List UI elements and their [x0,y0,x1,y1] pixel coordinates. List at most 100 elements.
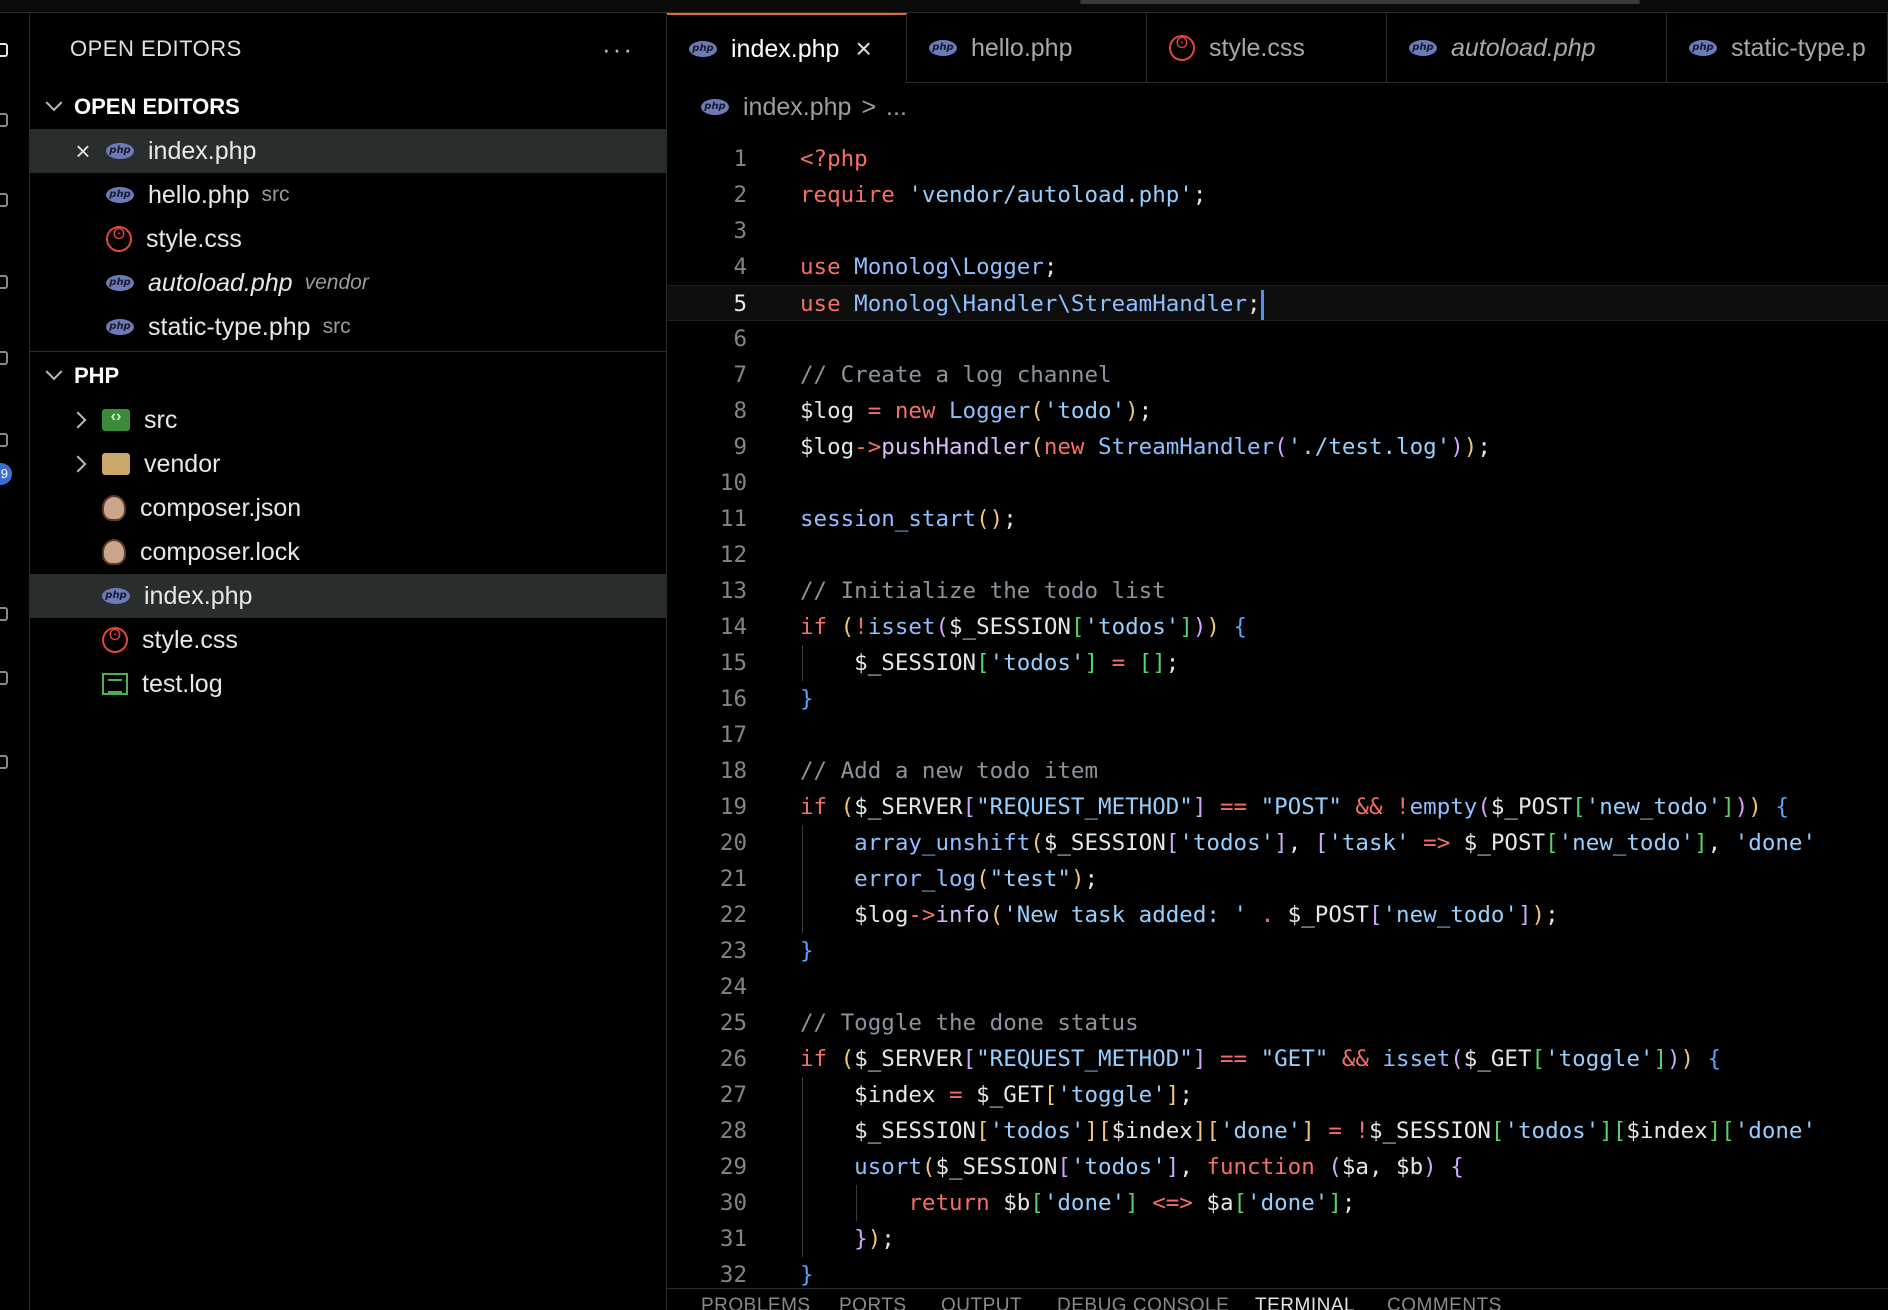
project-section-header[interactable]: PHP [30,354,666,398]
open-editors-label: OPEN EDITORS [74,94,240,119]
run-debug-icon[interactable] [0,275,8,289]
open-editor-name: autoload.php [148,268,293,297]
open-editor-item[interactable]: static-type.php src [30,305,666,349]
tree-file[interactable]: composer.lock [30,530,666,574]
code-token: Monolog\Handler\StreamHandler [840,291,1248,317]
tree-folder[interactable]: vendor [30,442,666,486]
code-token: ) [867,1226,882,1252]
code-line: 6 [667,321,1888,357]
code-editor[interactable]: 1 <?php 2 require 'vendor/autoload.php'; 3 4 u… [667,141,1888,1286]
code-token: ] [1517,902,1532,928]
tab-label: hello.php [971,33,1073,62]
code-token: ( [1450,1046,1464,1072]
tree-item-name: style.css [142,625,238,654]
tree-item-name: test.log [142,669,223,698]
code-token: ] [1328,1190,1342,1216]
code-token: $b [989,1190,1031,1216]
panel-tab-terminal[interactable]: TERMINAL [1255,1295,1355,1310]
explorer-sidebar: OPEN EDITORS ··· OPEN EDITORS × index.php… [30,13,667,1310]
code-token: [ [1098,1118,1112,1144]
panel-tab-ports[interactable]: PORTS [839,1295,907,1310]
code-token: ] [1084,1118,1099,1144]
panel-tab-comments[interactable]: COMMENTS [1387,1295,1502,1310]
tree-file[interactable]: test.log [30,662,666,706]
title-scroll-thumb[interactable] [1080,0,1640,4]
chevron-right-icon [64,454,92,475]
panel-tab-debug-console[interactable]: DEBUG CONSOLE [1057,1295,1229,1310]
breadcrumb-file[interactable]: index.php [743,93,851,122]
code-text: $_SESSION['todos'] = []; [800,645,1179,681]
code-token: ; [1084,866,1099,892]
breadcrumb-rest[interactable]: ... [886,93,907,122]
code-token: ; [1003,506,1017,532]
code-token: ] [1694,830,1708,856]
code-token: && [1341,794,1383,820]
editor-tab[interactable]: static-type.p [1667,13,1888,83]
line-number: 2 [733,182,747,208]
open-editor-item[interactable]: × index.php [30,129,666,173]
code-token: [ [1206,1118,1220,1144]
search-icon[interactable] [0,113,8,127]
line-number: 12 [719,542,747,568]
code-token: require [800,182,895,208]
code-token: ; [1247,291,1261,317]
code-token: ( [1477,794,1491,820]
explorer-icon[interactable] [0,43,8,57]
editor-tab[interactable]: style.css [1147,13,1387,83]
tree-file[interactable]: style.css [30,618,666,662]
editor-tab[interactable]: autoload.php [1387,13,1667,83]
editor-tab[interactable]: index.php × [667,13,907,83]
code-token: ] [1165,1082,1180,1108]
testing-icon[interactable] [0,607,8,621]
tree-folder[interactable]: src [30,398,666,442]
remote-icon[interactable] [0,433,8,447]
panel-tab-output[interactable]: OUTPUT [941,1295,1022,1310]
code-token: use [800,291,841,317]
code-token: [ [976,1118,990,1144]
code-token: ] [1721,794,1735,820]
code-token: ) [1734,794,1749,820]
close-icon[interactable]: × [855,33,871,65]
code-token: // Create a log channel [800,362,1112,388]
code-token: new [1043,434,1085,460]
open-editor-item[interactable]: hello.php src [30,173,666,217]
line-number: 16 [719,686,747,712]
open-editor-item[interactable]: style.css [30,217,666,261]
code-token: ] [1599,1118,1613,1144]
source-control-icon[interactable] [0,351,8,365]
editor-area: index.php× hello.php style.cssautoload.php… [667,13,1888,1310]
editor-tab[interactable]: hello.php [907,13,1147,83]
tree-file[interactable]: composer.json [30,486,666,530]
log-icon [102,673,128,695]
code-token: ) [1192,614,1207,640]
code-line: 9 $log->pushHandler(new StreamHandler('./… [667,429,1888,465]
code-text: array_unshift($_SESSION['todos'], ['task… [800,825,1816,861]
code-token: ] [1301,1118,1315,1144]
code-line: 2 require 'vendor/autoload.php'; [667,177,1888,213]
docker-icon[interactable] [0,671,8,685]
code-line: 18 // Add a new todo item [667,753,1888,789]
code-token: } [800,938,814,964]
panel-tab-problems[interactable]: PROBLEMS [701,1295,811,1310]
code-token: [ [1612,1118,1627,1144]
open-editors-section-header[interactable]: OPEN EDITORS [30,85,666,129]
code-token: 'toggle' [1057,1082,1166,1108]
code-token: [ [1165,830,1180,856]
open-editor-item[interactable]: autoload.php vendor [30,261,666,305]
code-token: { [1761,794,1789,820]
close-icon[interactable]: × [68,136,98,167]
code-line: 3 [667,213,1888,249]
code-token: [ [1070,614,1085,640]
code-token: [ [1314,830,1329,856]
code-token: $_POST [1274,902,1369,928]
tree-file[interactable]: index.php [30,574,666,618]
extensions-icon[interactable] [0,193,8,207]
line-number: 18 [719,758,747,784]
php-icon [102,588,130,604]
code-token: 'done' [1247,1190,1329,1216]
code-token: -> [908,902,936,928]
accounts-icon[interactable] [0,755,8,769]
line-number: 19 [719,794,747,820]
more-actions-icon[interactable]: ··· [602,34,634,65]
source-control-badge: 9 [0,463,12,485]
